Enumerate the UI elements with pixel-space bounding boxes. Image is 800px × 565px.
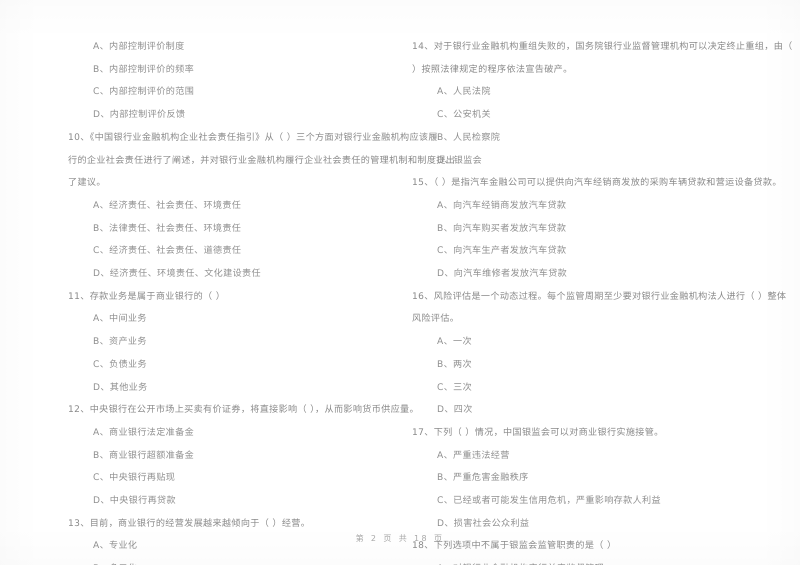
option-item: D、银监会 (437, 155, 483, 166)
question-15: 15、（ ）是指汽车金融公司可以提供向汽车经销商发放的采购车辆贷款和营运设备贷款… (412, 172, 788, 286)
option-item: B、人民检察院 (437, 132, 501, 143)
option-item: B、内部控制评价的频率 (93, 64, 195, 75)
question-stem-line: 17、下列（ ）情况，中国银监会可以对商业银行实施接管。 (412, 427, 664, 438)
question-16: 16、风险评估是一个动态过程。每个监管周期至少要对银行业金融机构法人进行（ ）整… (412, 286, 788, 422)
right-column: 14、对于银行业金融机构重组失败的，国务院银行业监督管理机构可以决定终止重组，由… (400, 36, 800, 565)
question-12: 12、中央银行在公开市场上买卖有价证券，将直接影响（ ），从而影响货币供应量。 … (68, 399, 419, 513)
option-item: C、中央银行再贴现 (93, 473, 176, 484)
option-item: D、经济责任、环境责任、文化建设责任 (93, 269, 261, 280)
option-item: D、内部控制评价反馈 (93, 110, 186, 121)
option-item: A、向汽车经销商发放汽车贷款 (437, 200, 567, 211)
option-item: C、内部控制评价的范围 (93, 87, 195, 98)
page-footer: 第 2 页 共 18 页 (355, 534, 445, 543)
question-stem-line: 15、（ ）是指汽车金融公司可以提供向汽车经销商发放的采购车辆贷款和营运设备贷款… (412, 178, 782, 189)
option-item: B、两次 (437, 359, 472, 370)
option-item: B、法律责任、社会责任、环境责任 (93, 223, 242, 234)
question-stem-line: 11、存款业务是属于商业银行的（ ） (68, 291, 226, 302)
two-column-body: A、内部控制评价制度 B、内部控制评价的频率 C、内部控制评价的范围 D、内部控… (0, 36, 800, 565)
left-column: A、内部控制评价制度 B、内部控制评价的频率 C、内部控制评价的范围 D、内部控… (0, 36, 456, 565)
question-10: 10、《中国银行业金融机构企业社会责任指引》从（ ）三个方面对银行业金融机构应该… (68, 127, 456, 286)
option-item: B、多元化 (68, 558, 392, 565)
question-stem-line: 行的企业社会责任进行了阐述，并对银行业金融机构履行企业社会责任的管理机制和制度提… (68, 155, 456, 166)
option-item: B、严重危害金融秩序 (437, 473, 529, 484)
option-item: C、负债业务 (93, 359, 147, 370)
option-item: C、公安机关 (437, 110, 491, 121)
orphan-option-group: A、内部控制评价制度 B、内部控制评价的频率 C、内部控制评价的范围 D、内部控… (68, 36, 392, 127)
option-item: C、向汽车生产者发放汽车贷款 (437, 246, 567, 257)
option-item: A、商业银行法定准备金 (93, 427, 195, 438)
question-stem-line: 14、对于银行业金融机构重组失败的，国务院银行业监督管理机构可以决定终止重组，由… (412, 42, 793, 52)
option-item: C、已经或者可能发生信用危机，严重影响存款人利益 (437, 496, 661, 507)
option-item: B、向汽车购买者发放汽车贷款 (437, 223, 567, 234)
question-stem-line: ）按照法律规定的程序依法宣告破产。 (412, 64, 573, 75)
option-item: A、人民法院 (437, 87, 491, 98)
option-item: C、经济责任、社会责任、道德责任 (93, 246, 242, 257)
option-item: A、一次 (437, 337, 472, 348)
question-stem-line: 16、风险评估是一个动态过程。每个监管周期至少要对银行业金融机构法人进行（ ）整… (412, 291, 787, 302)
option-item: A、中间业务 (93, 314, 147, 325)
option-item: D、向汽车维修者发放汽车贷款 (437, 269, 568, 280)
option-item: D、其他业务 (93, 382, 148, 393)
question-stem-line: 了建议。 (68, 178, 106, 189)
option-item: A、对银行业金融机构实行并表监督管理 (412, 558, 788, 565)
question-stem-line: 风险评估。 (412, 314, 460, 325)
option-item: B、商业银行超额准备金 (93, 450, 195, 461)
option-item: A、严重违法经营 (437, 450, 510, 461)
question-stem-line: 10、《中国银行业金融机构企业社会责任指引》从（ ）三个方面对银行业金融机构应该… (68, 132, 438, 143)
question-stem-line: 12、中央银行在公开市场上买卖有价证券，将直接影响（ ），从而影响货币供应量。 (68, 405, 419, 416)
document-page: A、内部控制评价制度 B、内部控制评价的频率 C、内部控制评价的范围 D、内部控… (0, 0, 800, 565)
option-item: A、经济责任、社会责任、环境责任 (93, 200, 242, 211)
question-11: 11、存款业务是属于商业银行的（ ） A、中间业务 B、资产业务 C、负债业务 … (68, 286, 392, 400)
option-item: D、四次 (437, 405, 473, 416)
question-14: 14、对于银行业金融机构重组失败的，国务院银行业监督管理机构可以决定终止重组，由… (412, 36, 793, 172)
option-item: B、资产业务 (93, 337, 147, 348)
question-17: 17、下列（ ）情况，中国银监会可以对商业银行实施接管。 A、严重违法经营 B、… (412, 422, 788, 536)
option-item: A、内部控制评价制度 (93, 42, 185, 52)
option-item: C、三次 (437, 382, 473, 393)
option-item: D、中央银行再贷款 (93, 496, 176, 507)
